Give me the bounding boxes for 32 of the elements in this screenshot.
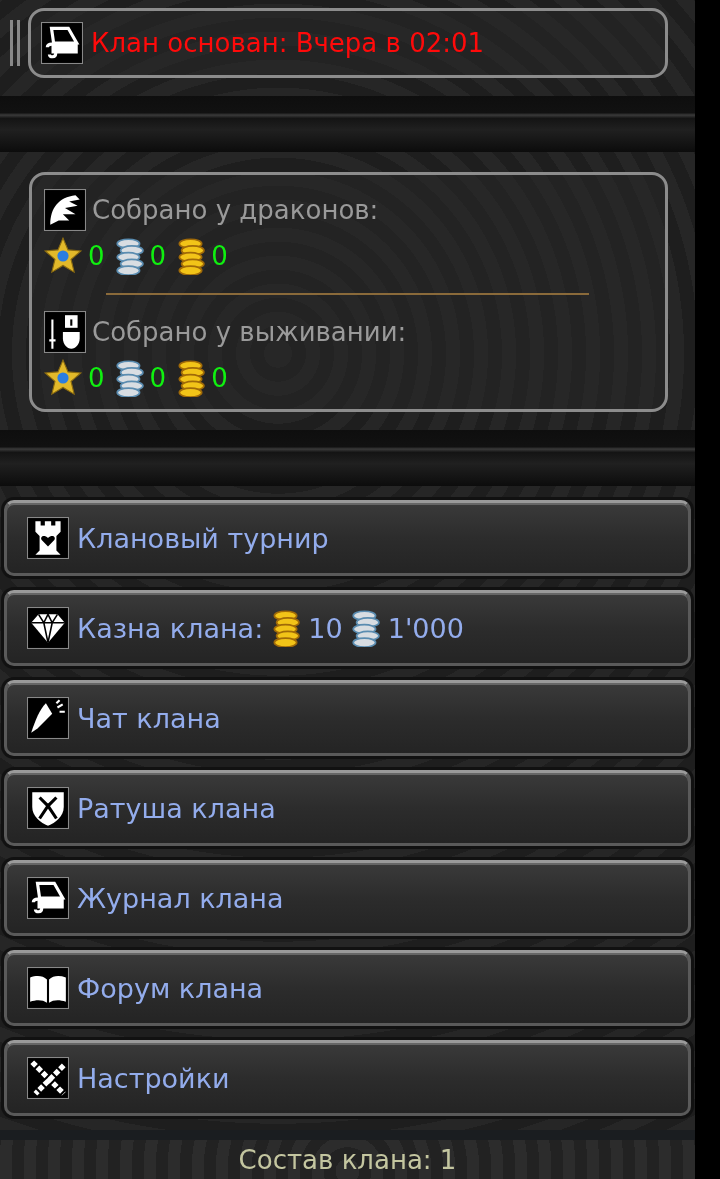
shield-icon [27, 787, 69, 829]
star-gem-icon [44, 359, 82, 397]
menu-button[interactable]: Чат клана [4, 680, 691, 756]
coin-stack-icon [114, 359, 144, 397]
amount-value: 0 [149, 241, 167, 271]
amount-value: 0 [211, 241, 228, 271]
member-count: Состав клана: 1 [238, 1144, 457, 1175]
menu-button[interactable]: Форум клана [4, 950, 691, 1026]
amount-value: 10 [308, 612, 343, 644]
collected-title: Собрано у драконов: [92, 195, 379, 225]
amount-value: 0 [211, 363, 228, 393]
drag-handle-icon [10, 20, 20, 66]
menu-button[interactable]: Ратуша клана [4, 770, 691, 846]
coin-stack-icon [176, 359, 206, 397]
menu-button[interactable]: Казна клана: 10 1'000 [4, 590, 691, 666]
menu-button[interactable]: Журнал клана [4, 860, 691, 936]
coin-stack-icon [271, 609, 301, 647]
founded-text: Клан основан: Вчера в 02:01 [91, 28, 485, 58]
coin-stack-icon [350, 609, 380, 647]
amount-value: 1'000 [387, 612, 464, 644]
coin-stack-icon [176, 237, 206, 275]
amount-value: 0 [88, 363, 105, 393]
star-gem-icon [44, 237, 82, 275]
amount-value: 0 [88, 241, 105, 271]
amount-value: 0 [149, 363, 167, 393]
menu-button[interactable]: Клановый турнир [4, 500, 691, 576]
coin-stack-icon [114, 237, 144, 275]
collected-title: Собрано у выживании: [92, 317, 407, 347]
horn-icon [27, 697, 69, 739]
open-book-icon [27, 967, 69, 1009]
knight-icon [44, 311, 86, 353]
menu-button[interactable]: Настройки [4, 1040, 691, 1116]
